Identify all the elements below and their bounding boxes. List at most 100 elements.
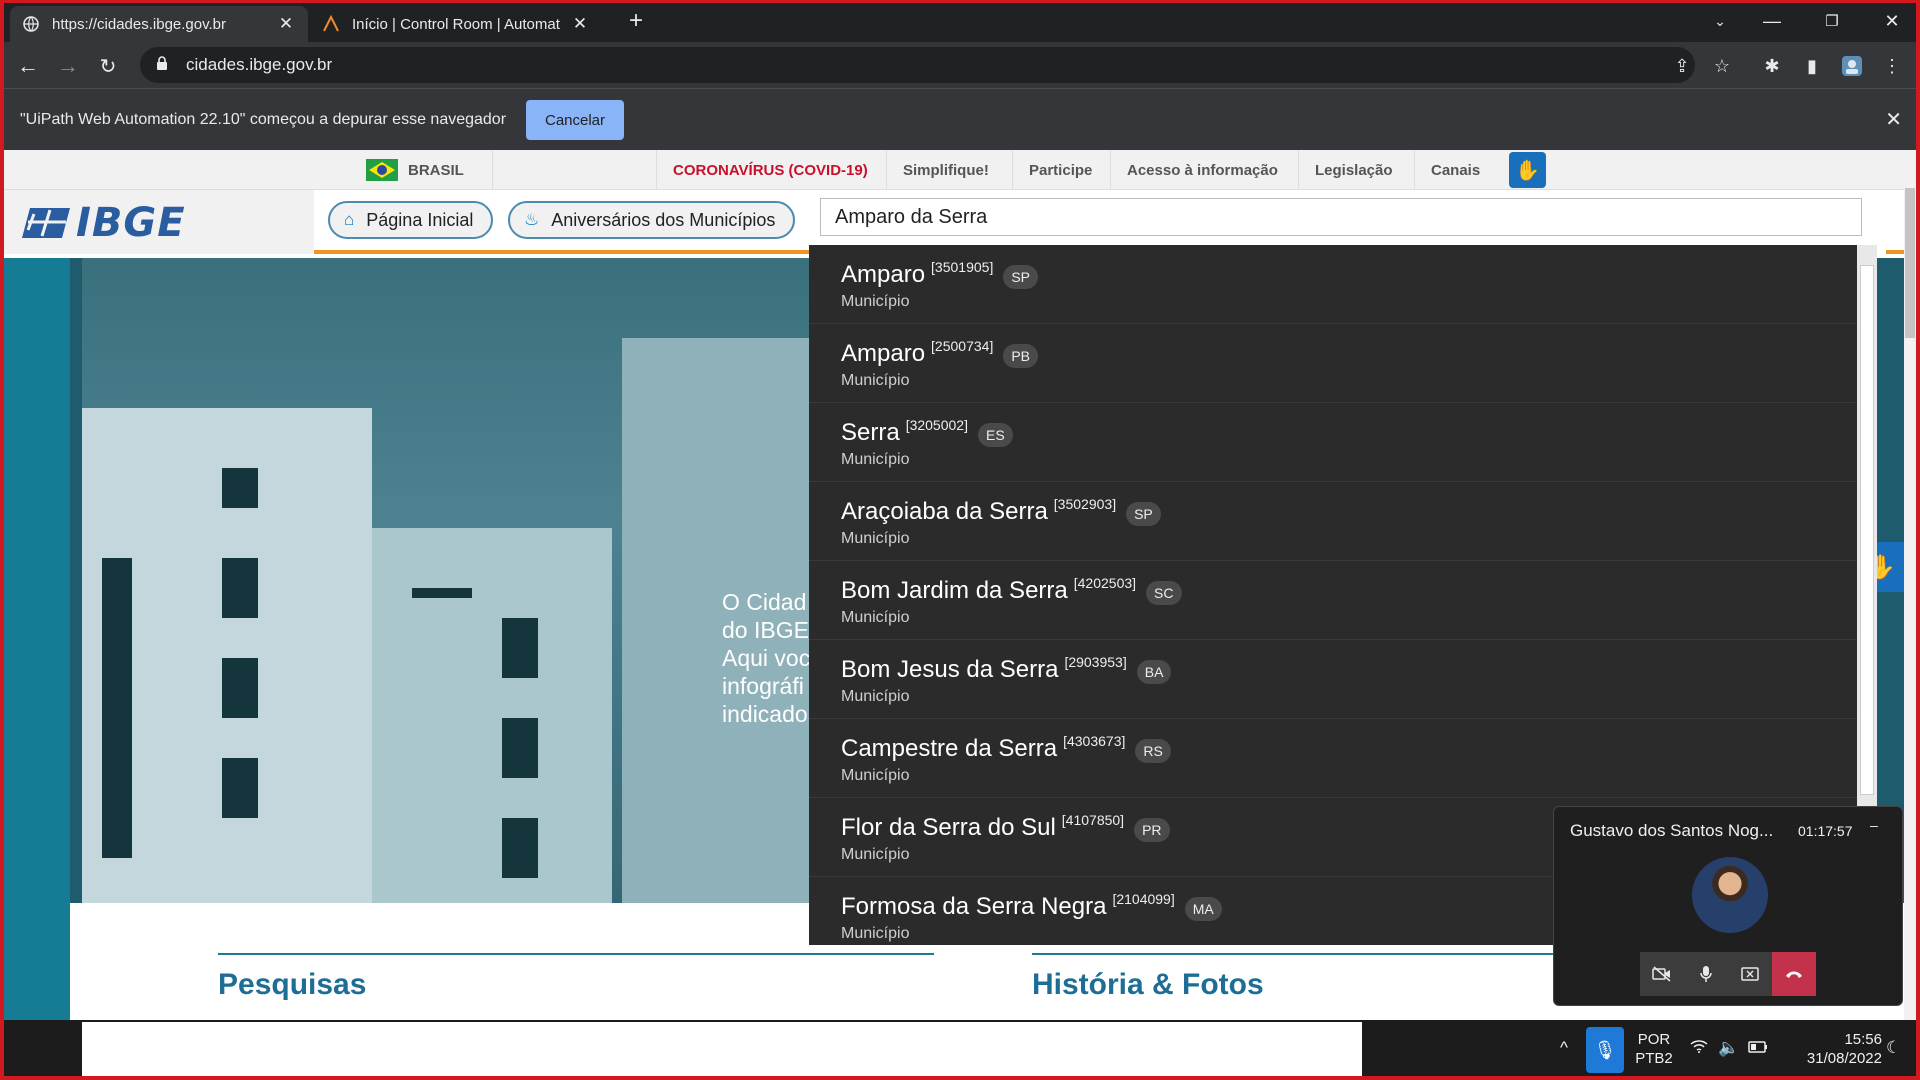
share-screen-icon[interactable] [1728, 952, 1772, 996]
clock[interactable]: 15:56 31/08/2022 [1782, 1030, 1882, 1068]
logo-text: IBGE [76, 200, 186, 246]
result-code: [3502903] [1053, 496, 1117, 512]
hang-up-icon[interactable] [1772, 952, 1816, 996]
windows-taskbar: ^ 🎙 POR PTB2 🔈 15:56 31/08/2022 ☾ [0, 1020, 1920, 1080]
minimize-button[interactable]: – [1870, 817, 1878, 833]
side-panel-icon[interactable]: ▮ [1796, 50, 1828, 82]
battery-icon[interactable] [1748, 1038, 1768, 1058]
volume-icon[interactable]: 🔈 [1718, 1038, 1739, 1058]
search-result-item[interactable]: Amparo [3501905] SP Município [809, 245, 1857, 324]
search-result-item[interactable]: Campestre da Serra [4303673] RS Município [809, 719, 1857, 798]
result-code: [4107850] [1061, 812, 1125, 828]
cancel-button[interactable]: Cancelar [526, 100, 624, 140]
tab-ibge[interactable]: https://cidades.ibge.gov.br ✕ [10, 6, 308, 42]
dropdown-scroll-thumb[interactable] [1860, 265, 1874, 795]
section-divider [218, 953, 934, 955]
bookmark-star-icon[interactable]: ☆ [1706, 50, 1738, 82]
language-indicator[interactable]: POR PTB2 [1632, 1030, 1676, 1068]
result-name: Amparo [3501905] SP [841, 259, 1039, 289]
microphone-icon[interactable]: 🎙 [1586, 1027, 1624, 1073]
side-strip [4, 258, 70, 1020]
hero-line: infográfi [722, 673, 804, 699]
notifications-icon[interactable]: ☾ [1886, 1038, 1901, 1058]
gov-link-acesso[interactable]: Acesso à informação [1110, 150, 1294, 190]
wifi-icon[interactable] [1690, 1038, 1708, 1058]
tab-title: https://cidades.ibge.gov.br [52, 15, 226, 33]
tab-title: Início | Control Room | Automatic [352, 15, 560, 33]
page-scrollbar[interactable] [1904, 160, 1916, 1020]
camera-off-icon[interactable] [1640, 952, 1684, 996]
nav-label: Página Inicial [366, 209, 474, 230]
clock-time: 15:56 [1844, 1031, 1882, 1048]
restore-icon[interactable]: ❐ [1812, 6, 1852, 36]
extensions-icon[interactable]: ✱ [1756, 50, 1788, 82]
gov-divider [492, 150, 648, 190]
gov-link-simplifique[interactable]: Simplifique! [886, 150, 1005, 190]
ibge-logo[interactable]: IBGE [20, 200, 186, 246]
gov-link-legislacao[interactable]: Legislação [1298, 150, 1409, 190]
menu-icon[interactable]: ⋮ [1876, 50, 1908, 82]
section-title-historia[interactable]: História & Fotos [1032, 968, 1264, 1002]
result-type: Município [841, 925, 910, 942]
nav-label: Aniversários dos Municípios [551, 209, 776, 230]
city-buildings-image [82, 258, 822, 903]
close-window-icon[interactable]: ✕ [1872, 6, 1912, 36]
minimize-icon[interactable]: — [1752, 6, 1792, 36]
search-result-item[interactable]: Serra [3205002] ES Município [809, 403, 1857, 482]
lang-code: POR [1637, 1031, 1671, 1048]
nav-aniversarios[interactable]: ♨ Aniversários dos Municípios [508, 201, 796, 239]
microphone-icon[interactable] [1684, 952, 1728, 996]
search-result-item[interactable]: Bom Jesus da Serra [2903953] BA Município [809, 640, 1857, 719]
result-name: Bom Jesus da Serra [2903953] BA [841, 654, 1172, 684]
ibge-logo-icon [22, 208, 70, 238]
hero-intro-text: O Cidad do IBGE Aqui voc infográfi indic… [722, 588, 822, 728]
search-result-item[interactable]: Araçoiaba da Serra [3502903] SP Município [809, 482, 1857, 561]
debug-infobar: "UiPath Web Automation 22.10" começou a … [0, 88, 1920, 150]
result-uf-badge: MA [1184, 897, 1222, 921]
tab-control-room[interactable]: Início | Control Room | Automatic ✕ [310, 6, 602, 42]
close-icon[interactable]: ✕ [276, 14, 296, 34]
forward-icon[interactable]: → [52, 50, 84, 82]
result-uf-badge: SP [1126, 502, 1161, 526]
result-name: Serra [3205002] ES [841, 417, 1013, 447]
page-scroll-thumb[interactable] [1905, 188, 1915, 338]
gov-link-participe[interactable]: Participe [1012, 150, 1108, 190]
section-title-pesquisas[interactable]: Pesquisas [218, 968, 366, 1002]
profile-icon[interactable] [1836, 50, 1868, 82]
hero-line: indicado [722, 701, 808, 727]
new-tab-button[interactable]: + [616, 6, 656, 36]
gov-link-covid[interactable]: CORONAVÍRUS (COVID-19) [656, 150, 884, 190]
share-icon[interactable]: ⇪ [1666, 50, 1698, 82]
chevron-up-icon[interactable]: ^ [1560, 1038, 1568, 1058]
vlibras-icon[interactable]: ✋ [1509, 152, 1546, 188]
gov-link-canais[interactable]: Canais [1414, 150, 1496, 190]
taskbar-app-area [82, 1022, 1362, 1078]
lock-icon [156, 55, 170, 75]
reload-icon[interactable]: ↻ [92, 50, 124, 82]
result-type: Município [841, 451, 910, 468]
close-icon[interactable]: ✕ [570, 14, 590, 34]
result-uf-badge: PR [1134, 818, 1170, 842]
teams-call-widget[interactable]: Gustavo dos Santos Nog... 01:17:57 – [1553, 806, 1903, 1006]
chevron-down-icon[interactable]: ⌄ [1700, 6, 1740, 36]
hero-line: do IBGE [722, 617, 809, 643]
result-name: Formosa da Serra Negra [2104099] MA [841, 891, 1222, 921]
close-icon[interactable]: ✕ [1885, 107, 1902, 132]
caller-name: Gustavo dos Santos Nog... [1570, 821, 1774, 840]
gov-brasil-link[interactable]: BRASIL [350, 150, 480, 190]
result-uf-badge: PB [1003, 344, 1039, 368]
result-type: Município [841, 846, 910, 863]
automation-anywhere-icon [322, 15, 340, 33]
result-name: Araçoiaba da Serra [3502903] SP [841, 496, 1161, 526]
tab-strip: https://cidades.ibge.gov.br ✕ Início | C… [0, 0, 1920, 42]
brazil-flag-icon [366, 159, 398, 181]
search-input[interactable] [820, 198, 1862, 236]
result-type: Município [841, 767, 910, 784]
search-result-item[interactable]: Bom Jardim da Serra [4202503] SC Município [809, 561, 1857, 640]
search-result-item[interactable]: Amparo [2500734] PB Município [809, 324, 1857, 403]
nav-pagina-inicial[interactable]: ⌂ Página Inicial [328, 201, 494, 239]
url-text: cidades.ibge.gov.br [186, 55, 333, 74]
avatar [1692, 857, 1768, 933]
back-icon[interactable]: ← [12, 50, 44, 82]
address-bar[interactable]: cidades.ibge.gov.br [140, 47, 1695, 83]
